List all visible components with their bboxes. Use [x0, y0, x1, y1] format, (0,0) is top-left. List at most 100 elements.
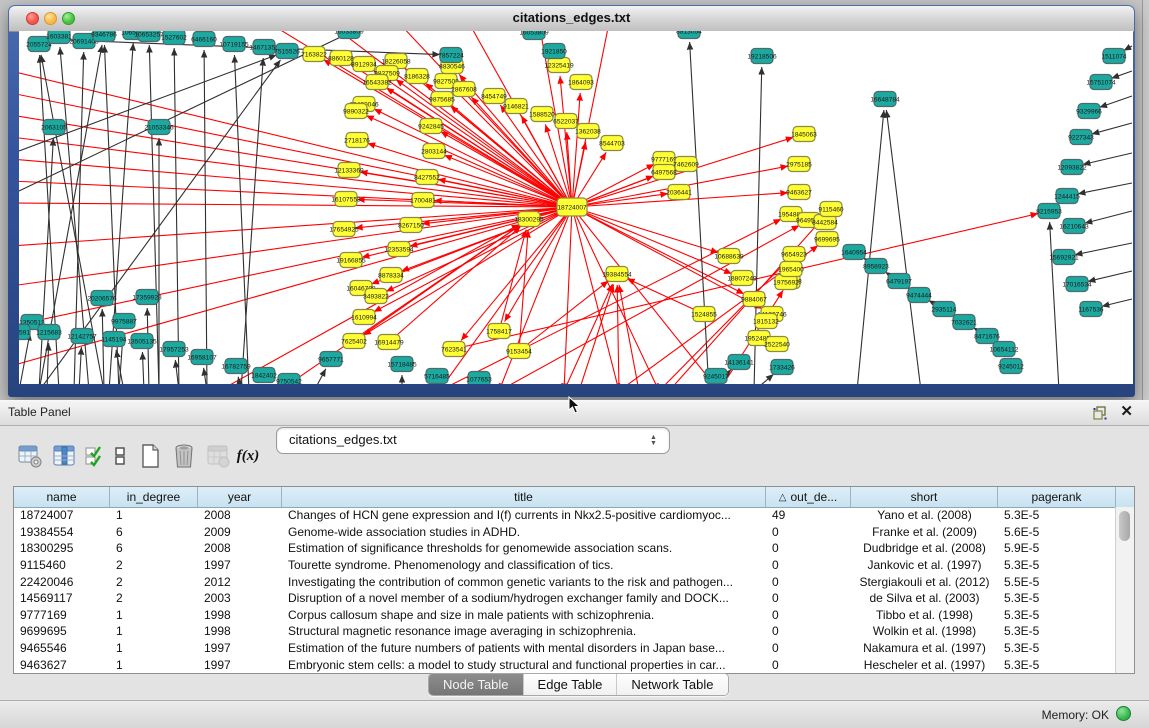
table-row[interactable]: 1872400712008Changes of HCN gene express…: [14, 507, 1116, 524]
memory-status-indicator[interactable]: [1116, 706, 1131, 721]
network-node[interactable]: 9699695: [814, 232, 840, 247]
network-node[interactable]: 9242845: [418, 119, 444, 134]
window-titlebar[interactable]: citations_edges.txt: [9, 6, 1134, 32]
network-node[interactable]: 1700481: [410, 193, 436, 208]
network-node[interactable]: 9153454: [506, 344, 532, 359]
tab-node-table[interactable]: Node Table: [429, 674, 524, 695]
network-node[interactable]: 21053346: [144, 120, 174, 135]
column-header-in_degree[interactable]: in_degree: [110, 487, 198, 507]
network-node[interactable]: 9474444: [906, 288, 932, 303]
network-node[interactable]: 7462609: [673, 157, 699, 172]
network-node[interactable]: 2718176: [344, 133, 370, 148]
network-node[interactable]: 16914479: [374, 335, 404, 350]
scrollbar-thumb[interactable]: [1119, 511, 1130, 541]
tab-network-table[interactable]: Network Table: [617, 674, 727, 695]
network-node[interactable]: 1845063: [791, 127, 817, 142]
network-node[interactable]: 391591: [19, 325, 30, 340]
network-node[interactable]: 8878334: [378, 268, 404, 283]
network-node[interactable]: 12353594: [384, 242, 414, 257]
network-node[interactable]: 9654923: [781, 247, 807, 262]
table-row[interactable]: 969969511998Structural magnetic resonanc…: [14, 623, 1116, 640]
network-node[interactable]: 2803144: [421, 144, 447, 159]
network-node[interactable]: 10653257: [134, 31, 164, 42]
float-panel-icon[interactable]: [1093, 406, 1107, 420]
delete-table-icon-disabled[interactable]: [204, 442, 232, 470]
network-node[interactable]: 17016534: [1062, 277, 1092, 292]
table-settings-icon[interactable]: [16, 442, 44, 470]
network-node[interactable]: 9750542: [276, 374, 302, 385]
network-node[interactable]: 19166855: [336, 253, 366, 268]
network-node[interactable]: 1362038: [575, 124, 601, 139]
network-node[interactable]: 1077653: [466, 372, 492, 385]
network-node[interactable]: 12093822: [1057, 160, 1087, 175]
network-node[interactable]: 13505135: [127, 334, 157, 349]
network-node[interactable]: 9329966: [1076, 104, 1102, 119]
network-node[interactable]: 6522037: [553, 114, 579, 129]
network-node[interactable]: 1511074: [1101, 49, 1127, 64]
close-panel-icon[interactable]: ✕: [1120, 404, 1133, 420]
network-node[interactable]: 15718485: [387, 357, 417, 372]
network-node[interactable]: 2522540: [764, 337, 790, 352]
network-node[interactable]: 1524855: [691, 307, 717, 322]
network-node[interactable]: 14136141: [724, 355, 754, 370]
network-node[interactable]: 9875685: [429, 92, 455, 107]
network-node[interactable]: 7623541: [441, 342, 467, 357]
network-node[interactable]: 19384554: [602, 267, 632, 282]
network-node[interactable]: 7515526: [274, 44, 300, 59]
network-node[interactable]: 17654925: [329, 222, 359, 237]
network-node[interactable]: 1640954: [841, 245, 867, 260]
network-node[interactable]: 7857224: [438, 48, 464, 63]
network-node[interactable]: 9245012: [998, 359, 1024, 374]
network-node[interactable]: 16782759: [221, 359, 251, 374]
column-header-name[interactable]: name: [14, 487, 110, 507]
network-node[interactable]: 1527602: [161, 31, 187, 45]
network-node[interactable]: 14671358: [249, 40, 279, 55]
network-node[interactable]: 2867608: [451, 82, 477, 97]
network-node[interactable]: 18300295: [514, 212, 544, 227]
network-node[interactable]: 7032621: [951, 315, 977, 330]
table-row[interactable]: 977716911998Corpus callosum shape and si…: [14, 607, 1116, 624]
network-node[interactable]: 9884067: [741, 292, 767, 307]
network-node[interactable]: 17359928: [132, 290, 162, 305]
network-canvas[interactable]: 1872400718300295193845547163822886012889…: [19, 31, 1133, 384]
column-header-title[interactable]: title: [282, 487, 766, 507]
network-node[interactable]: 15692921: [1049, 250, 1079, 265]
table-row[interactable]: 946554611997Estimation of the future num…: [14, 640, 1116, 657]
network-node[interactable]: 6479197: [886, 274, 912, 289]
network-node[interactable]: 1758417: [486, 324, 512, 339]
network-node[interactable]: 8813054: [676, 31, 702, 39]
network-node[interactable]: 16210643: [1059, 219, 1089, 234]
network-node[interactable]: 1965400: [778, 262, 804, 277]
network-node[interactable]: 8958923: [863, 259, 889, 274]
network-node[interactable]: 10688639: [714, 249, 744, 264]
network-node[interactable]: 2036441: [666, 185, 692, 200]
network-node[interactable]: 2935114: [931, 302, 957, 317]
network-hub-node[interactable]: 18724007: [557, 198, 587, 216]
delete-trash-icon[interactable]: [170, 442, 198, 470]
network-node[interactable]: 16053809: [519, 31, 549, 40]
network-node[interactable]: 6466160: [191, 32, 217, 47]
network-node[interactable]: 1145194: [101, 332, 127, 347]
table-row[interactable]: 1456911722003Disruption of a novel membe…: [14, 590, 1116, 607]
network-node[interactable]: 9245017: [703, 369, 729, 384]
column-header-out_de[interactable]: △out_de...: [766, 487, 851, 507]
network-node[interactable]: 9115460: [818, 202, 844, 217]
network-node[interactable]: 10654112: [990, 342, 1019, 357]
network-node[interactable]: 8860128: [328, 51, 354, 66]
network-node[interactable]: 1921850: [541, 44, 567, 59]
table-row[interactable]: 946362711997Embryonic stem cells: a mode…: [14, 656, 1116, 673]
network-node[interactable]: 7163822: [301, 47, 327, 62]
network-node[interactable]: 3493822: [363, 289, 389, 304]
table-row[interactable]: 2242004622012Investigating the contribut…: [14, 573, 1116, 590]
select-rows-icon[interactable]: [84, 442, 104, 470]
network-node[interactable]: 9975887: [111, 314, 137, 329]
network-node[interactable]: 8912934: [351, 57, 377, 72]
network-node[interactable]: 10719155: [219, 37, 249, 52]
network-node[interactable]: 9463627: [786, 185, 812, 200]
table-row[interactable]: 1938455462009Genome-wide association stu…: [14, 524, 1116, 541]
column-header-pagerank[interactable]: pagerank: [998, 487, 1116, 507]
network-node[interactable]: 1610994: [351, 310, 377, 325]
table-row[interactable]: 1830029562008Estimation of significance …: [14, 540, 1116, 557]
network-node[interactable]: 17957253: [159, 342, 189, 357]
network-node[interactable]: 8454749: [481, 89, 507, 104]
